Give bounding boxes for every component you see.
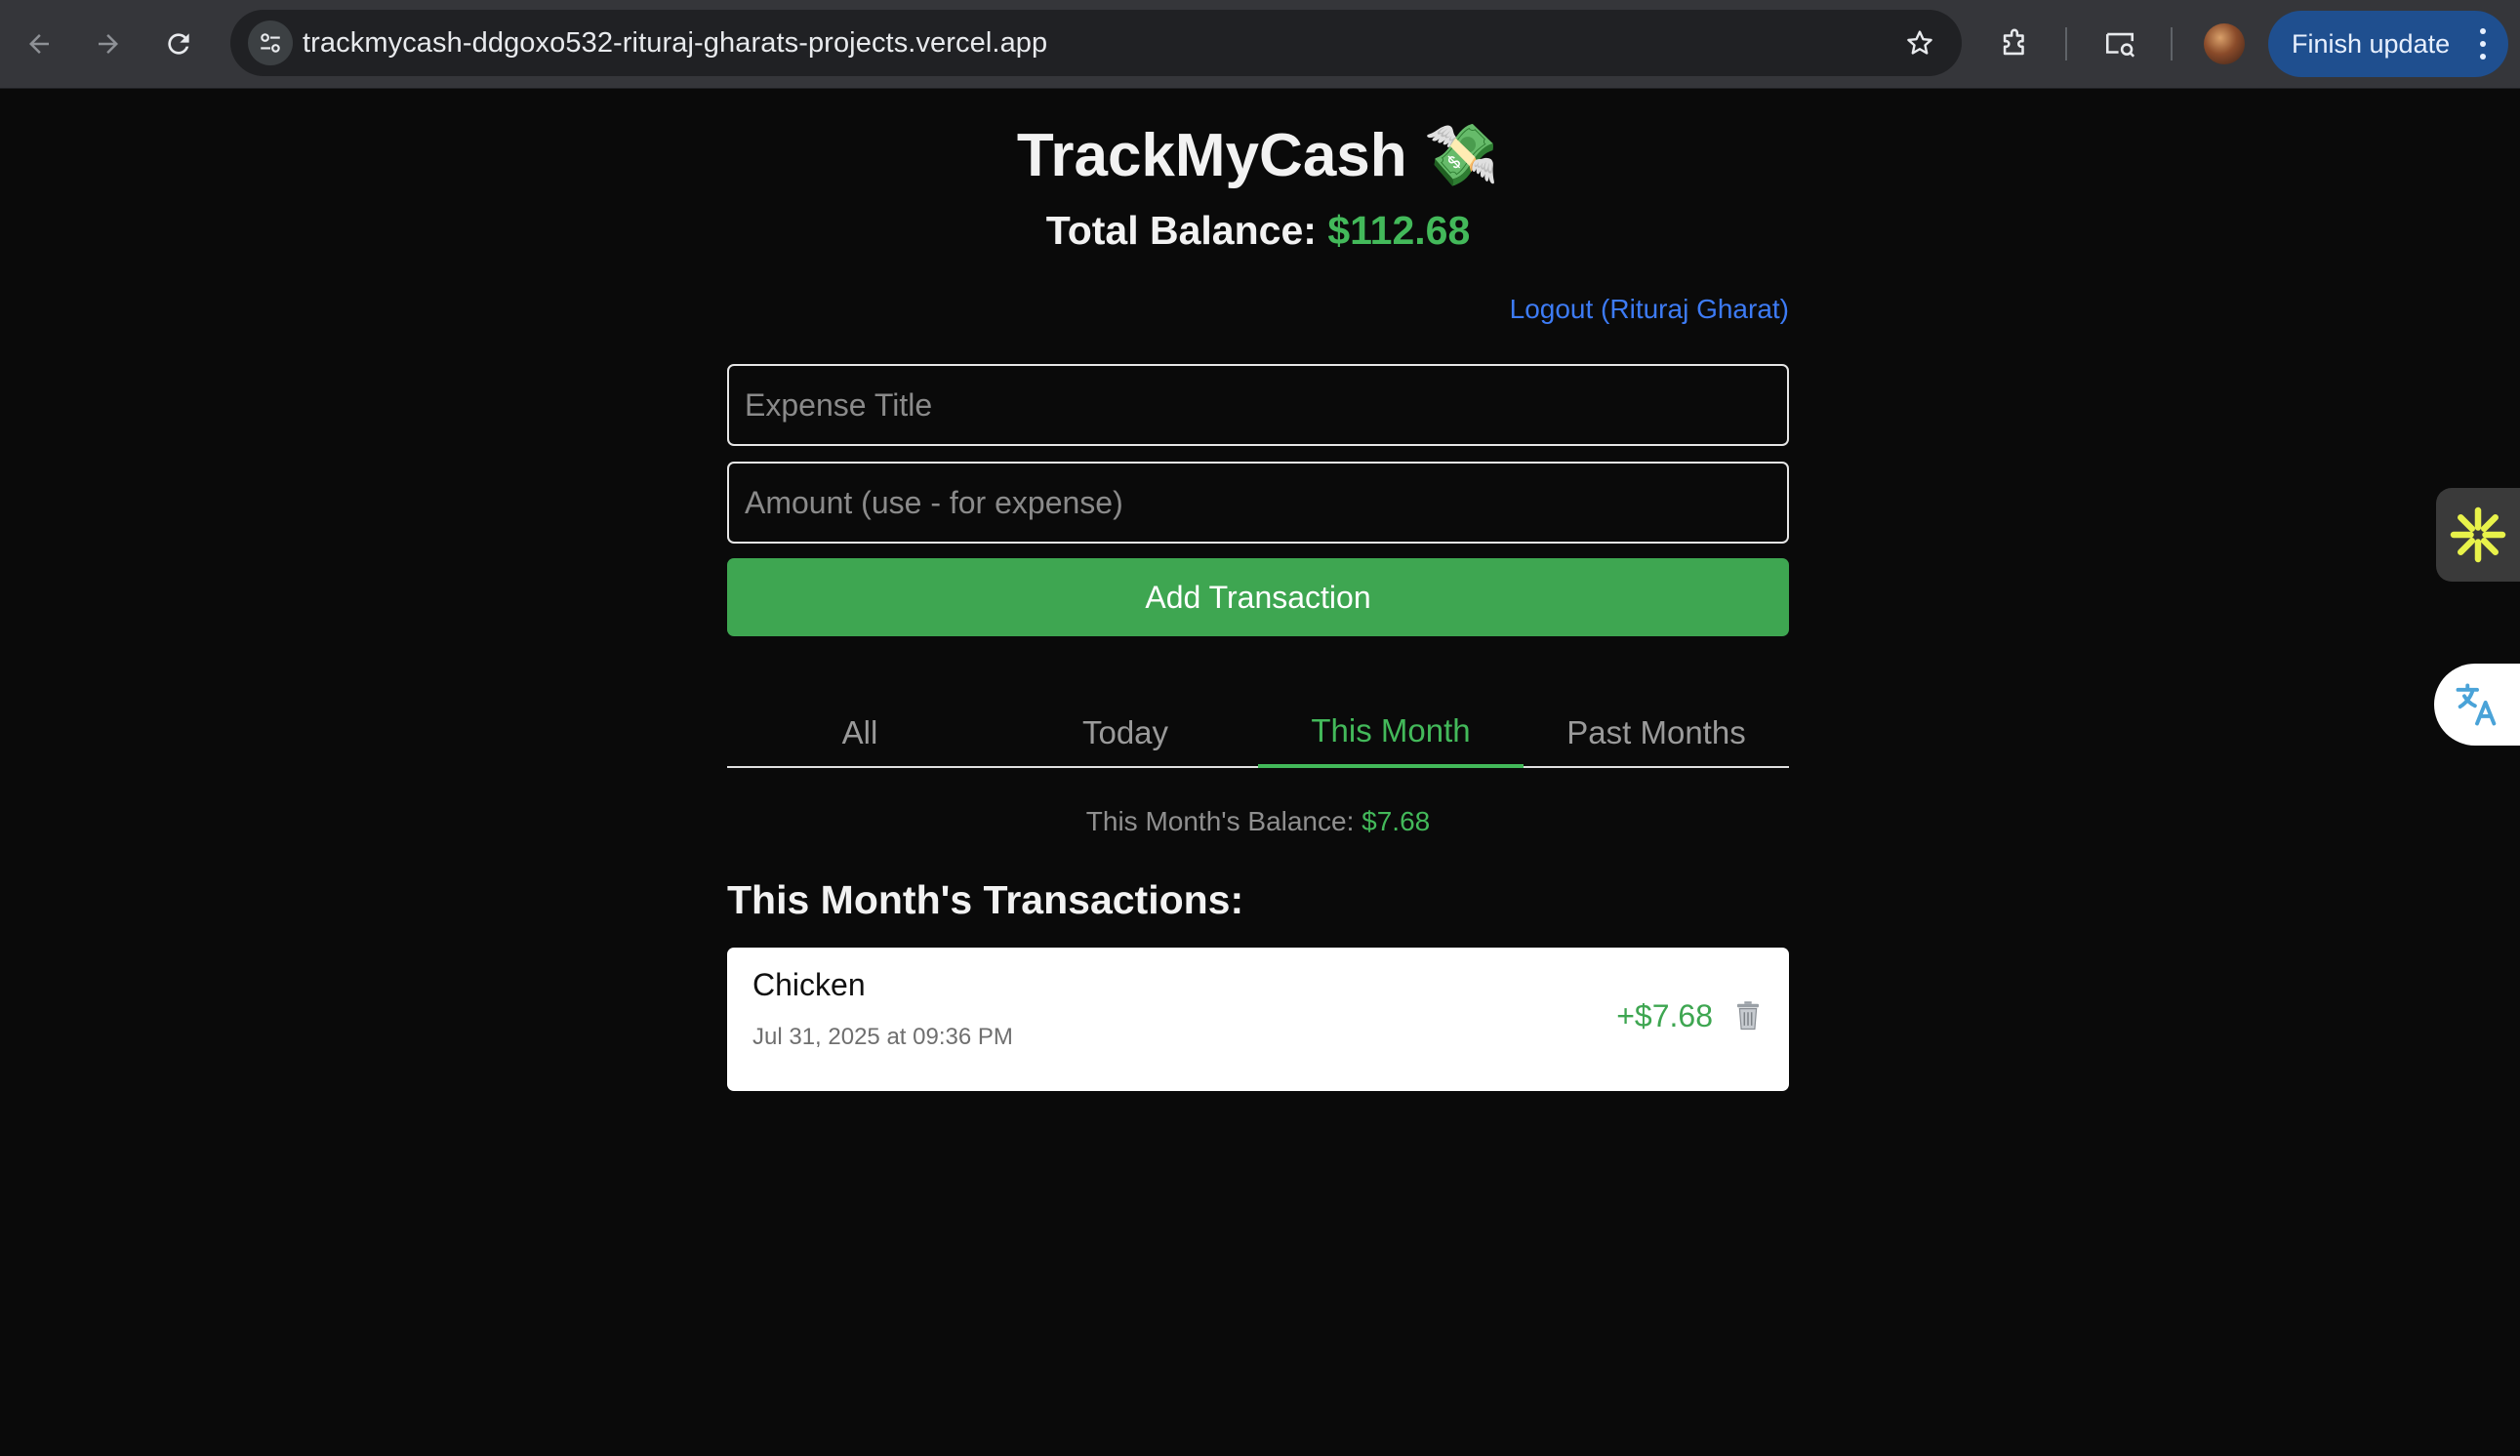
amount-input[interactable]	[727, 462, 1789, 544]
finish-update-label: Finish update	[2292, 28, 2451, 59]
url-text: trackmycash-ddgoxo532-rituraj-gharats-pr…	[303, 27, 1048, 59]
delete-transaction-button[interactable]	[1727, 994, 1769, 1037]
tune-icon	[261, 33, 280, 53]
puzzle-icon	[2003, 28, 2024, 56]
app-title-text: TrackMyCash	[1016, 122, 1407, 189]
profile-avatar[interactable]	[2204, 23, 2245, 64]
cast-search-icon	[2105, 32, 2135, 58]
expense-title-input[interactable]	[727, 364, 1789, 446]
site-settings-button[interactable]	[248, 20, 293, 65]
period-balance-value: $7.68	[1362, 806, 1431, 836]
star-icon	[1907, 30, 1932, 55]
period-balance-label: This Month's Balance:	[1085, 806, 1355, 836]
more-vert-icon	[2479, 24, 2487, 63]
arrow-left-icon	[29, 34, 49, 54]
tab-past-months[interactable]: Past Months	[1524, 695, 1789, 766]
tab-today[interactable]: Today	[993, 695, 1258, 766]
back-button[interactable]	[12, 17, 66, 71]
transaction-card: Chicken Jul 31, 2025 at 09:36 PM +$7.68	[727, 948, 1789, 1091]
forward-button[interactable]	[81, 17, 136, 71]
tab-all[interactable]: All	[727, 695, 993, 766]
app-title: TrackMyCash 💸	[727, 120, 1789, 191]
toolbar-separator	[2171, 27, 2173, 61]
money-with-wings-icon: 💸	[1423, 122, 1500, 189]
asterisk-icon	[2450, 506, 2506, 563]
toolbar-separator	[2065, 27, 2067, 61]
transactions-heading: This Month's Transactions:	[727, 877, 1244, 922]
translate-icon	[2456, 683, 2497, 726]
cast-button[interactable]	[2093, 17, 2147, 71]
translate-widget-button[interactable]	[2434, 664, 2520, 746]
finish-update-button[interactable]: Finish update	[2268, 11, 2508, 77]
period-balance: This Month's Balance: $7.68	[727, 806, 1789, 837]
extensions-button[interactable]	[1987, 17, 2042, 71]
bookmark-button[interactable]	[1897, 20, 1942, 65]
address-bar[interactable]: trackmycash-ddgoxo532-rituraj-gharats-pr…	[230, 10, 1962, 76]
reload-button[interactable]	[151, 17, 206, 71]
total-balance-value: $112.68	[1327, 208, 1471, 253]
transaction-amount: +$7.68	[1616, 998, 1713, 1033]
transaction-date: Jul 31, 2025 at 09:36 PM	[752, 1024, 1013, 1050]
browser-toolbar: trackmycash-ddgoxo532-rituraj-gharats-pr…	[0, 0, 2520, 89]
logout-link[interactable]: Logout (Rituraj Gharat)	[1510, 294, 1789, 325]
assistant-widget-button[interactable]	[2436, 488, 2520, 582]
transaction-title: Chicken	[752, 967, 866, 1002]
total-balance-label: Total Balance:	[1045, 208, 1317, 253]
add-transaction-button[interactable]: Add Transaction	[727, 558, 1789, 636]
trash-icon	[1736, 1001, 1760, 1031]
arrow-right-icon	[99, 34, 118, 54]
total-balance: Total Balance: $112.68	[727, 208, 1789, 254]
tab-this-month[interactable]: This Month	[1258, 695, 1524, 768]
period-tabs: All Today This Month Past Months	[727, 695, 1789, 768]
reload-icon	[168, 33, 189, 55]
